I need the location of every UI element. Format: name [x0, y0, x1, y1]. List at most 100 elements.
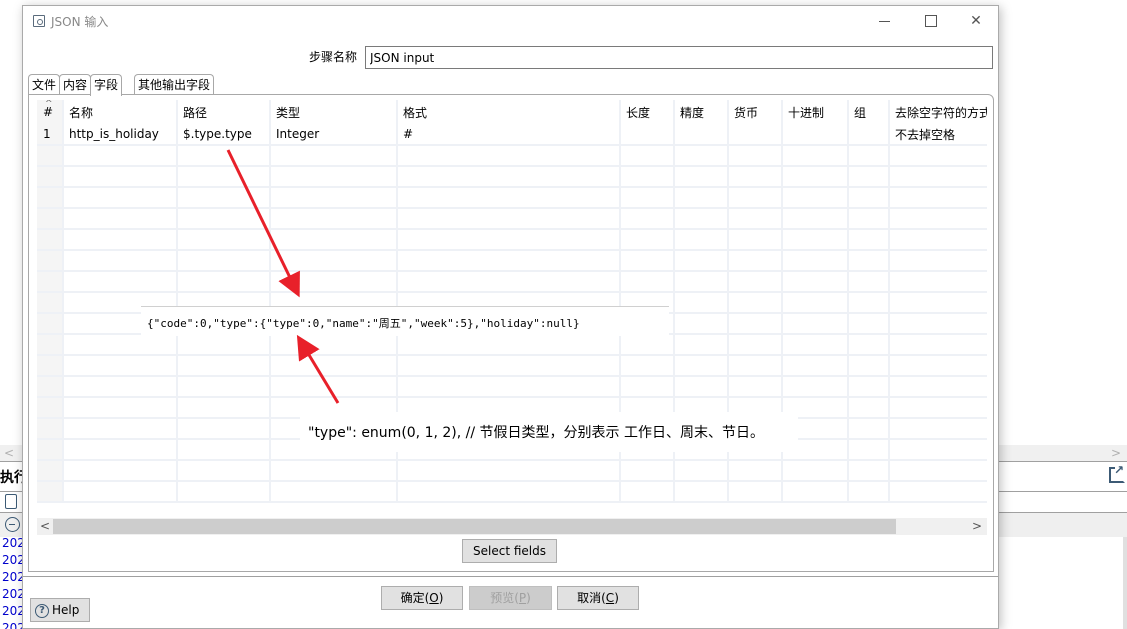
grid-cell[interactable]	[674, 460, 729, 482]
grid-cell[interactable]	[177, 397, 271, 419]
grid-cell[interactable]	[728, 460, 783, 482]
grid-cell[interactable]	[782, 313, 849, 335]
scrollbar-thumb[interactable]	[53, 519, 896, 534]
grid-cell[interactable]	[37, 418, 64, 440]
grid-cell[interactable]	[674, 250, 729, 272]
grid-cell[interactable]	[397, 187, 621, 209]
grid-cell[interactable]	[889, 187, 987, 209]
grid-cell[interactable]	[889, 229, 987, 251]
grid-cell[interactable]	[177, 166, 271, 188]
grid-cell[interactable]	[397, 334, 621, 356]
grid-cell[interactable]	[782, 355, 849, 377]
table-row-empty[interactable]	[37, 460, 987, 482]
table-row-empty[interactable]	[37, 208, 987, 230]
cell-length[interactable]	[620, 124, 675, 146]
grid-cell[interactable]	[889, 292, 987, 314]
cell-group[interactable]	[848, 124, 890, 146]
grid-cell[interactable]	[37, 313, 64, 335]
grid-cell[interactable]	[270, 271, 398, 293]
maximize-button[interactable]	[907, 6, 953, 36]
ok-button[interactable]: 确定(O)	[381, 586, 463, 610]
grid-cell[interactable]	[270, 376, 398, 398]
grid-cell[interactable]	[177, 418, 271, 440]
grid-cell[interactable]	[37, 355, 64, 377]
grid-cell[interactable]	[37, 145, 64, 167]
grid-cell[interactable]	[620, 250, 675, 272]
grid-cell[interactable]	[620, 145, 675, 167]
column-header-decimal[interactable]: 十进制	[782, 100, 849, 124]
grid-cell[interactable]	[889, 208, 987, 230]
cell-precision[interactable]	[674, 124, 729, 146]
grid-cell[interactable]	[270, 334, 398, 356]
grid-cell[interactable]	[63, 271, 178, 293]
grid-cell[interactable]	[848, 355, 890, 377]
grid-cell[interactable]	[177, 355, 271, 377]
grid-cell[interactable]	[728, 271, 783, 293]
column-header-group[interactable]: 组	[848, 100, 890, 124]
grid-cell[interactable]	[674, 229, 729, 251]
grid-cell[interactable]	[782, 292, 849, 314]
tab-fields[interactable]: 字段	[90, 74, 123, 96]
grid-cell[interactable]	[782, 208, 849, 230]
cell-name[interactable]: http_is_holiday	[63, 124, 178, 146]
grid-cell[interactable]	[37, 292, 64, 314]
grid-cell[interactable]	[889, 271, 987, 293]
grid-cell[interactable]	[848, 229, 890, 251]
table-row-empty[interactable]	[37, 166, 987, 188]
grid-cell[interactable]	[63, 418, 178, 440]
grid-cell[interactable]	[63, 376, 178, 398]
table-row-empty[interactable]	[37, 145, 987, 167]
grid-cell[interactable]	[848, 439, 890, 461]
grid-cell[interactable]	[37, 271, 64, 293]
grid-cell[interactable]	[889, 481, 987, 503]
preview-button[interactable]: 预览(P)	[469, 586, 552, 610]
table-row-empty[interactable]	[37, 481, 987, 503]
grid-cell[interactable]	[782, 481, 849, 503]
grid-cell[interactable]	[63, 145, 178, 167]
tab-file[interactable]: 文件	[28, 74, 61, 95]
grid-cell[interactable]	[63, 355, 178, 377]
grid-cell[interactable]	[177, 229, 271, 251]
grid-cell[interactable]	[782, 271, 849, 293]
grid-cell[interactable]	[177, 481, 271, 503]
grid-cell[interactable]	[397, 376, 621, 398]
grid-cell[interactable]	[177, 271, 271, 293]
open-external-icon[interactable]	[1109, 463, 1125, 483]
table-row-empty[interactable]	[37, 334, 987, 356]
grid-cell[interactable]	[177, 187, 271, 209]
scroll-right-icon[interactable]: >	[972, 518, 982, 535]
grid-cell[interactable]	[270, 481, 398, 503]
grid-cell[interactable]	[270, 166, 398, 188]
grid-cell[interactable]	[782, 334, 849, 356]
grid-cell[interactable]	[848, 187, 890, 209]
table-row-empty[interactable]	[37, 250, 987, 272]
scroll-left-icon[interactable]: <	[40, 518, 50, 535]
log-vertical-scrollbar[interactable]	[1123, 537, 1127, 629]
column-header-name[interactable]: 名称	[63, 100, 178, 124]
grid-cell[interactable]	[782, 250, 849, 272]
grid-cell[interactable]	[728, 208, 783, 230]
grid-cell[interactable]	[177, 439, 271, 461]
grid-cell[interactable]	[37, 460, 64, 482]
minimize-button[interactable]	[861, 6, 907, 36]
cancel-button[interactable]: 取消(C)	[557, 586, 639, 610]
grid-cell[interactable]	[270, 187, 398, 209]
grid-cell[interactable]	[37, 481, 64, 503]
grid-cell[interactable]	[848, 166, 890, 188]
grid-cell[interactable]	[620, 355, 675, 377]
grid-cell[interactable]	[848, 376, 890, 398]
grid-cell[interactable]	[397, 145, 621, 167]
grid-cell[interactable]	[728, 376, 783, 398]
close-button[interactable]: ✕	[953, 6, 999, 36]
column-header-length[interactable]: 长度	[620, 100, 675, 124]
tab-content[interactable]: 内容	[59, 74, 92, 95]
grid-cell[interactable]	[889, 145, 987, 167]
grid-cell[interactable]	[674, 313, 729, 335]
grid-cell[interactable]	[397, 355, 621, 377]
column-header-index[interactable]: ^ #	[37, 100, 64, 124]
grid-cell[interactable]	[37, 187, 64, 209]
column-header-format[interactable]: 格式	[397, 100, 621, 124]
grid-cell[interactable]	[782, 376, 849, 398]
grid-cell[interactable]	[889, 439, 987, 461]
table-row-empty[interactable]	[37, 376, 987, 398]
